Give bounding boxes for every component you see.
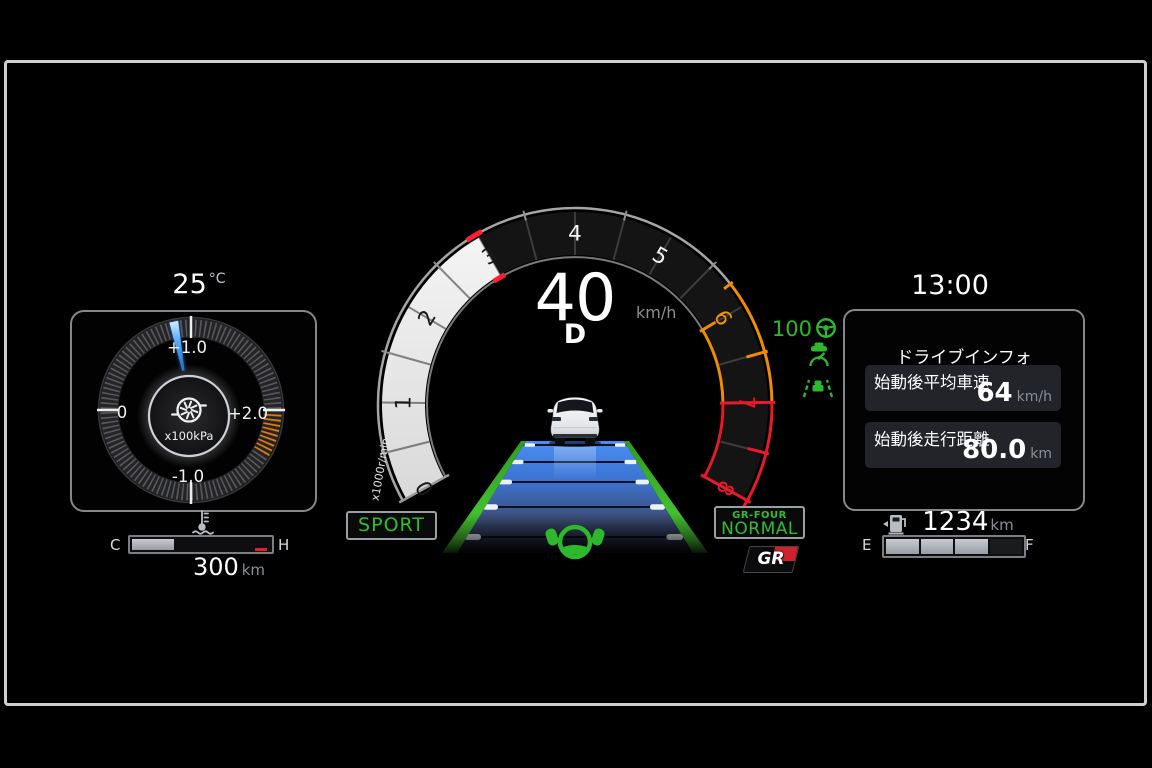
drive-info-card: 始動後走行距離 80.0km — [865, 422, 1061, 468]
coolant-max-label: H — [278, 536, 289, 554]
gear-indicator: D — [555, 321, 595, 348]
steering-wheel-icon — [817, 319, 834, 336]
fuel-level-bar — [882, 535, 1026, 558]
speed-unit: km/h — [636, 303, 676, 322]
coolant-temp-fill — [132, 539, 174, 550]
car-reflection — [554, 447, 596, 479]
boost-label-top: +1.0 — [167, 338, 207, 357]
road-view — [430, 441, 730, 557]
cruising-range: 1234km — [898, 507, 1038, 537]
lead-car — [548, 398, 603, 448]
tach-tick-label: 1 — [391, 396, 416, 410]
odometer: 300km — [159, 553, 299, 581]
outside-temp-value: 25 — [172, 269, 206, 300]
fuel-segment-filled — [955, 539, 988, 554]
fuel-min-label: E — [862, 536, 871, 554]
boost-label-bottom: -1.0 — [172, 467, 204, 486]
gr-four-badge: GR-FOUR NORMAL — [714, 506, 805, 539]
drive-mode-badge: SPORT — [346, 511, 437, 540]
fuel-segment-filled — [921, 539, 954, 554]
gr-logo-text: GR — [747, 547, 795, 572]
boost-gauge-panel: +1.0 0 +2.0 -1.0 x100kPa — [70, 310, 317, 512]
boost-unit: x100kPa — [165, 429, 214, 443]
gr-four-mode: NORMAL — [716, 521, 803, 537]
tach-rpm-fill — [382, 237, 501, 498]
outside-temp-unit: °C — [209, 271, 226, 287]
tach-tick-label: 7 — [733, 396, 758, 410]
tach-tick-label: 4 — [568, 222, 582, 247]
clock: 13:00 — [880, 271, 1020, 301]
coolant-min-label: C — [110, 536, 120, 554]
odometer-value: 300 — [193, 553, 239, 581]
driver-assist-icons: 100 — [772, 317, 835, 397]
coolant-hot-mark — [255, 548, 267, 551]
range-unit: km — [990, 516, 1013, 534]
drive-info-card: 始動後平均車速 64 km/h — [865, 365, 1061, 411]
card-value: 64 — [976, 378, 1012, 408]
fuel-segment-empty — [990, 539, 1023, 554]
tach-tick — [381, 351, 391, 354]
instrument-cluster: 25°C — [0, 0, 1152, 768]
card-unit: km/h — [1017, 389, 1052, 405]
card-unit: km — [1030, 446, 1052, 462]
outside-temperature: 25°C — [129, 270, 269, 300]
fuel-max-label: F — [1025, 536, 1034, 554]
gr-logo: GR — [743, 546, 800, 573]
drive-info-panel: ドライブインフォ 始動後平均車速 64km/h 始動後走行距離 80.0km — [843, 309, 1085, 511]
coolant-temp-icon — [191, 509, 215, 535]
fuel-segment-filled — [886, 539, 919, 554]
range-value: 1234 — [922, 507, 988, 537]
cruise-set-speed: 100 — [772, 317, 812, 341]
boost-gauge: +1.0 0 +2.0 -1.0 x100kPa — [72, 312, 315, 510]
boost-label-left: 0 — [117, 403, 128, 422]
card-label: 始動後平均車速 — [874, 369, 990, 393]
radar-cruise-icon — [811, 343, 828, 367]
lane-trace-icon — [804, 380, 832, 397]
odometer-unit: km — [242, 561, 265, 579]
card-value: 80.0 — [962, 435, 1026, 465]
coolant-temp-bar — [128, 535, 274, 554]
